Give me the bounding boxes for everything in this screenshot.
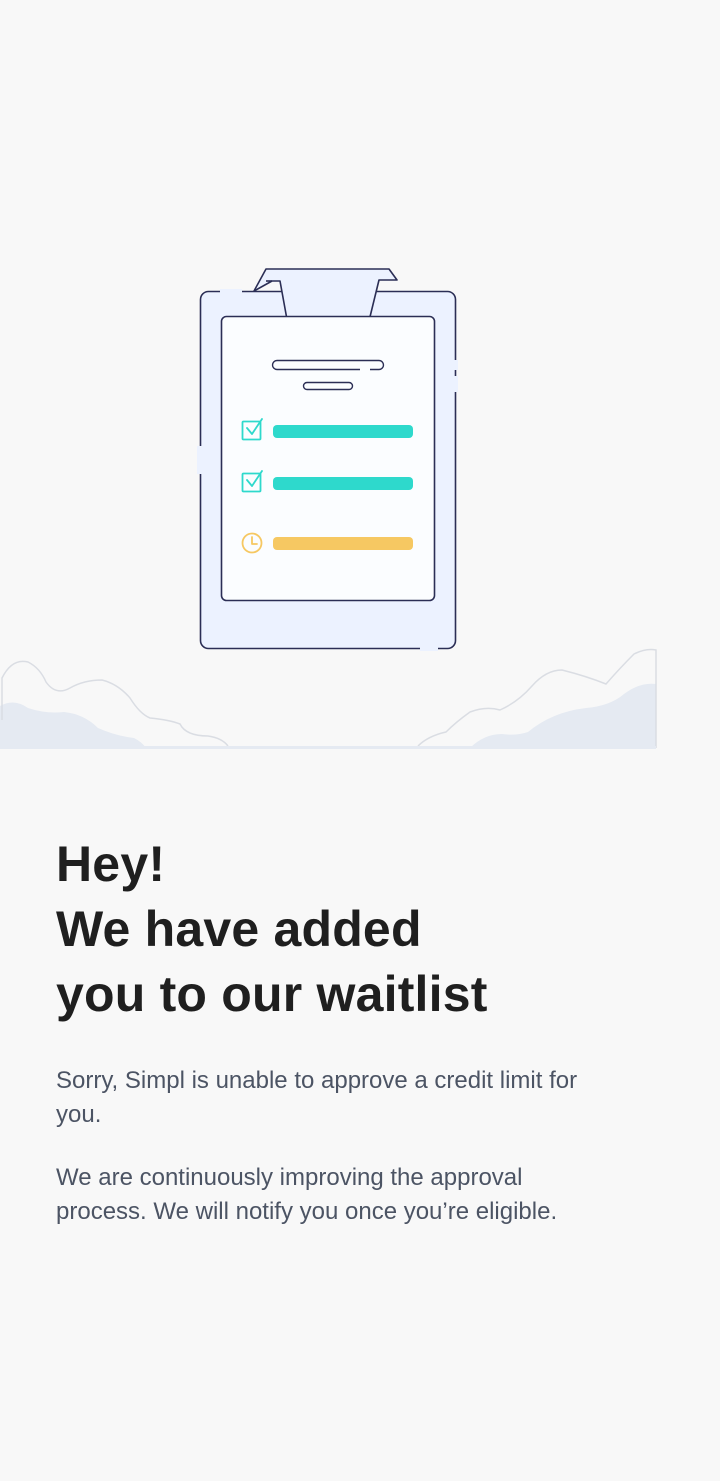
waitlist-heading: Hey! We have added you to our waitlist (56, 832, 656, 1027)
checklist-bar-1 (273, 425, 413, 438)
clipboard-illustration (0, 268, 657, 749)
rejection-message: Sorry, Simpl is unable to approve a cred… (56, 1067, 578, 1128)
clipboard (197, 268, 458, 651)
heading-line-1: Hey! (56, 836, 166, 892)
checklist-bar-2 (273, 477, 413, 490)
checklist-bar-3 (273, 537, 413, 550)
clouds-decoration (0, 648, 657, 749)
heading-line-2: We have added (56, 901, 422, 957)
waitlist-illustration (0, 250, 720, 760)
heading-line-3: you to our waitlist (56, 966, 488, 1022)
followup-message: We are continuously improving the approv… (56, 1164, 558, 1225)
